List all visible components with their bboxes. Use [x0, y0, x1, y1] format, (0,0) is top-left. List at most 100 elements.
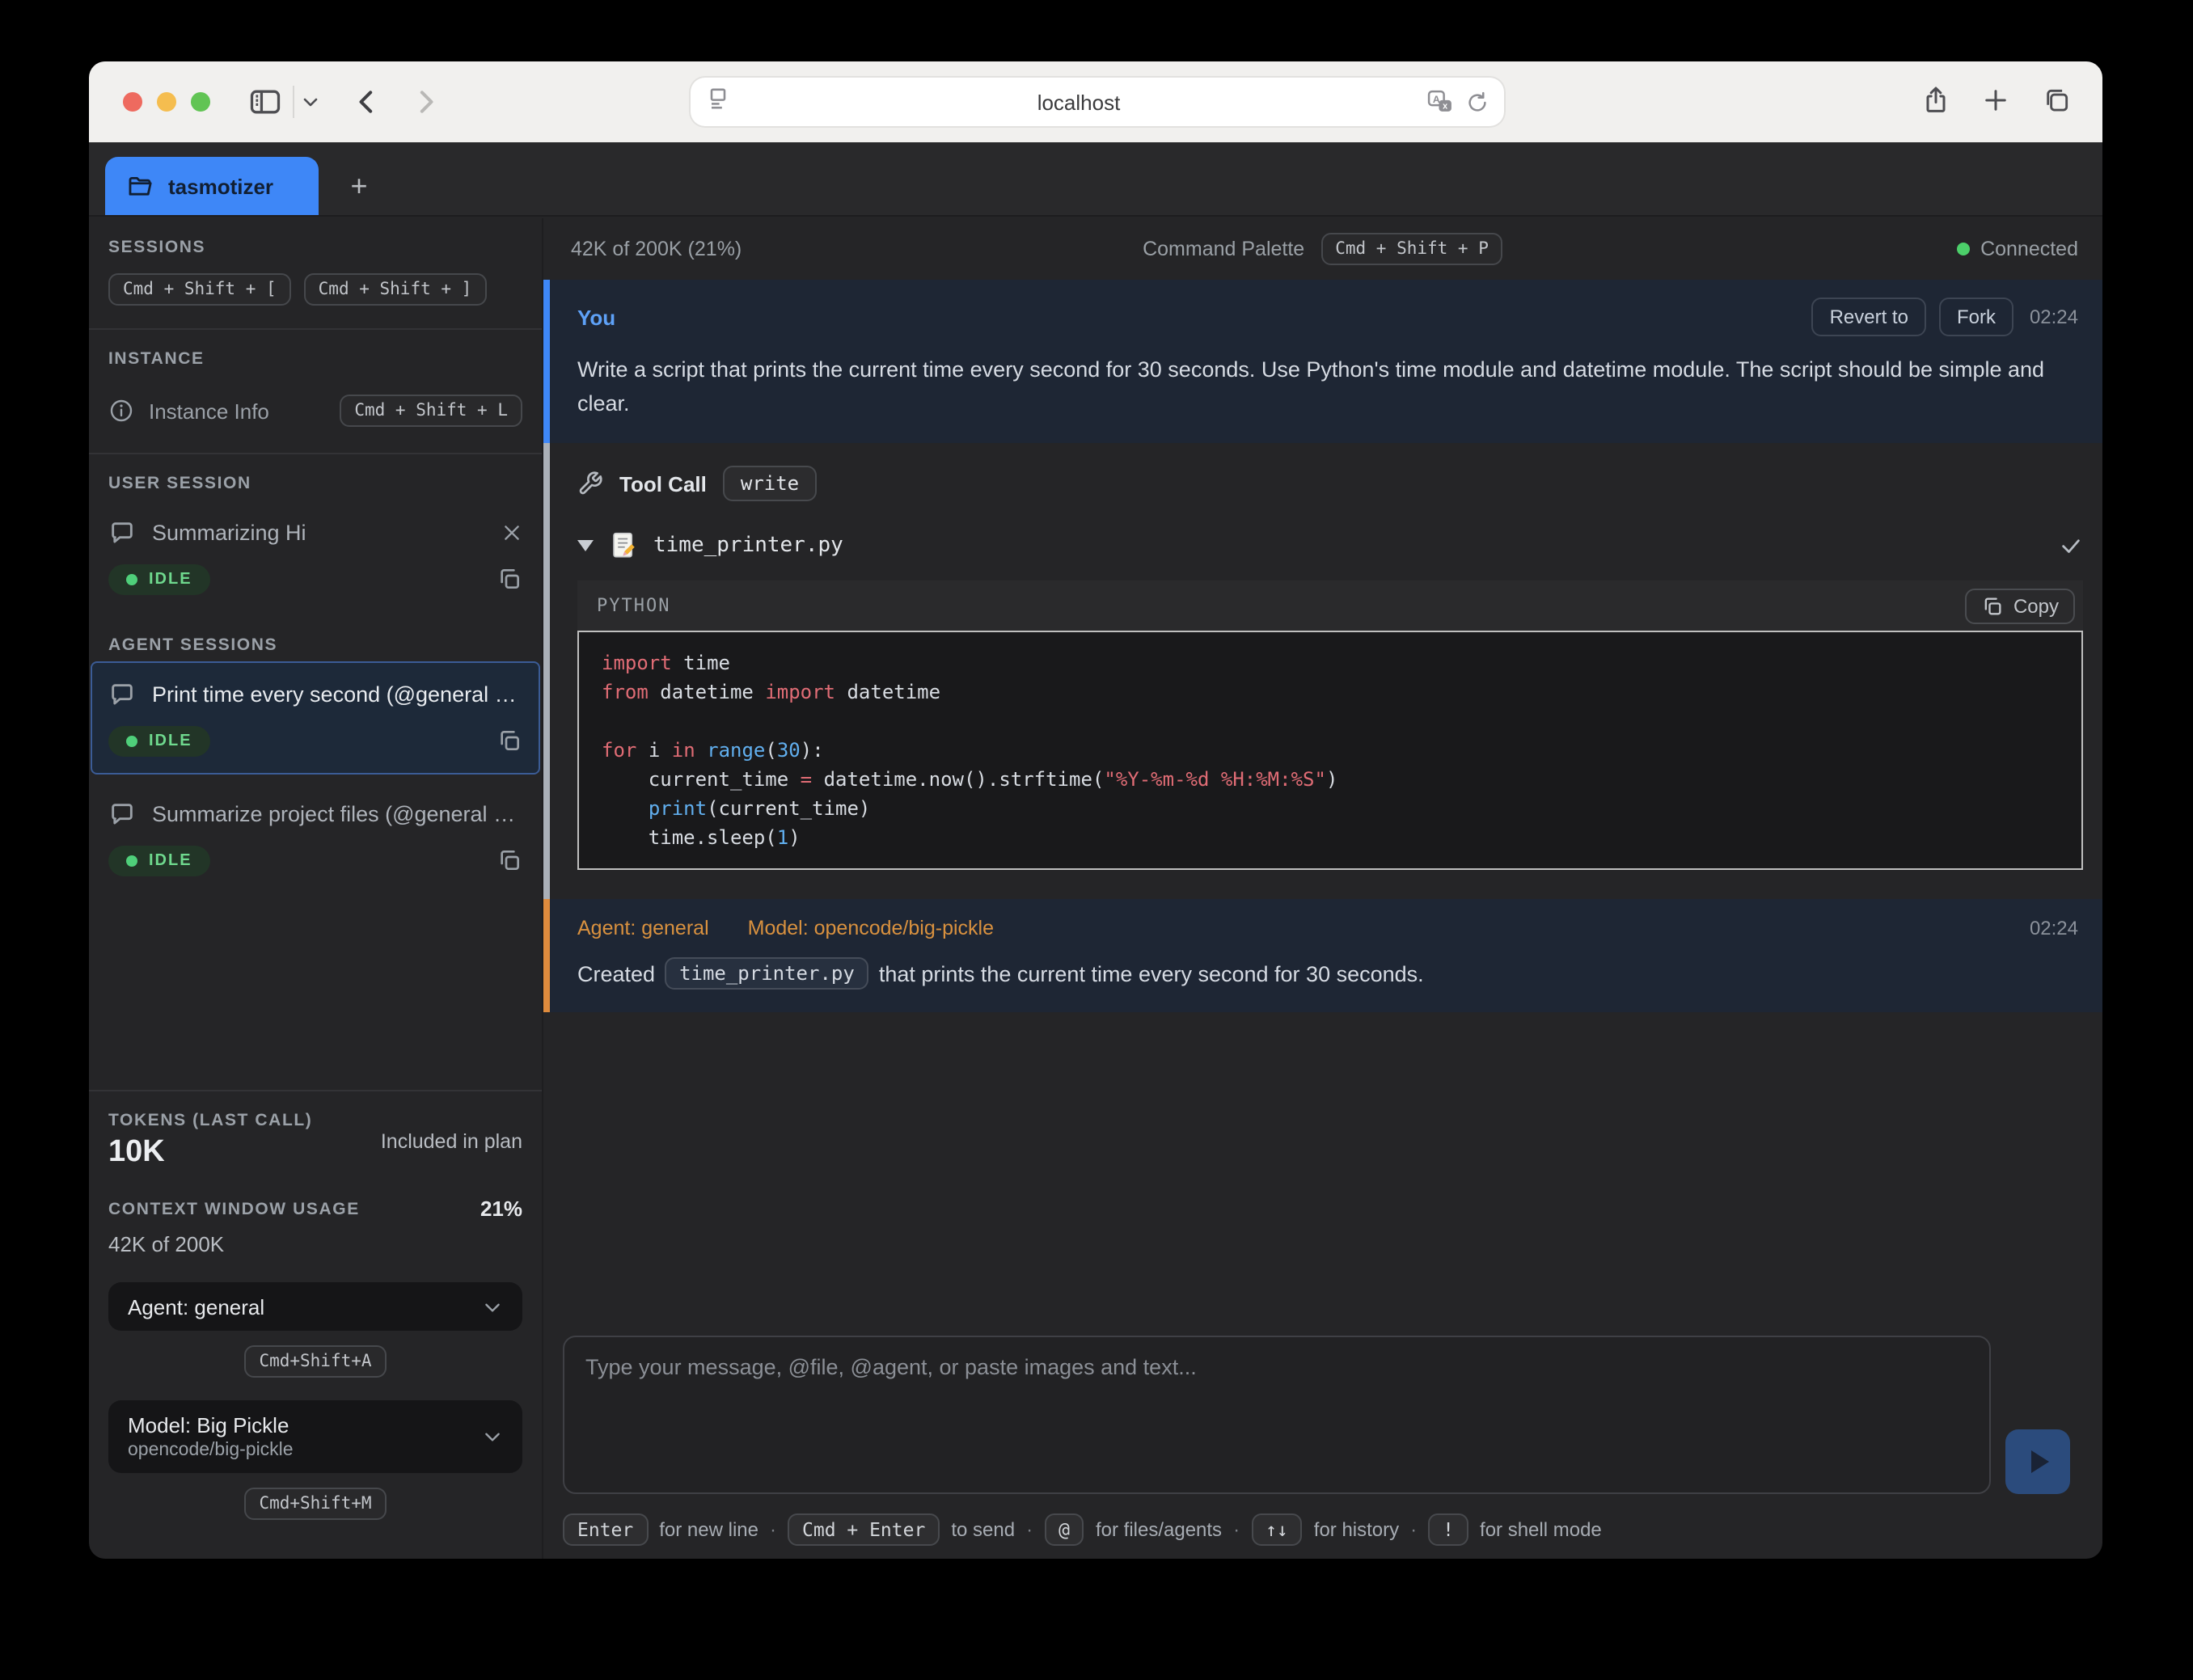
- tokens-value: 10K: [108, 1135, 312, 1171]
- context-usage-header: CONTEXT WINDOW USAGE: [108, 1199, 360, 1218]
- copy-code-button[interactable]: Copy: [1965, 588, 2075, 623]
- close-icon[interactable]: [501, 521, 522, 542]
- sessions-header: SESSIONS: [89, 238, 542, 257]
- prev-session-shortcut: Cmd + Shift + [: [108, 273, 291, 306]
- code-line: from datetime import datetime: [602, 677, 2059, 707]
- status-label: IDLE: [149, 851, 192, 869]
- message-timestamp: 02:24: [2030, 917, 2078, 939]
- instance-info-label: Instance Info: [149, 399, 269, 423]
- tokens-note: Included in plan: [381, 1129, 522, 1152]
- idle-dot: [126, 735, 137, 746]
- hint-text: for files/agents: [1096, 1518, 1222, 1541]
- tab-overview-icon[interactable]: [2041, 86, 2072, 116]
- tab-title: tasmotizer: [168, 174, 273, 198]
- fork-button[interactable]: Fork: [1939, 298, 2013, 336]
- reader-view-icon[interactable]: [705, 85, 731, 119]
- code-line: [602, 707, 2059, 736]
- agent-text-prefix: Created: [577, 961, 655, 986]
- back-icon[interactable]: [351, 86, 383, 118]
- chevron-down-icon[interactable]: [301, 92, 320, 112]
- revert-to-button[interactable]: Revert to: [1812, 298, 1926, 336]
- context-usage-percent: 21%: [480, 1197, 522, 1221]
- hint-key: !: [1428, 1513, 1468, 1546]
- copy-icon[interactable]: [496, 728, 522, 753]
- session-title: Print time every second (@general su...: [152, 682, 522, 706]
- message-input[interactable]: Type your message, @file, @agent, or pas…: [563, 1336, 1991, 1494]
- code-line: import time: [602, 648, 2059, 677]
- send-button[interactable]: [2005, 1429, 2070, 1494]
- agent-label: Agent: general: [577, 917, 709, 939]
- input-placeholder: Type your message, @file, @agent, or pas…: [585, 1355, 1968, 1379]
- hint-key: ↑↓: [1251, 1513, 1303, 1546]
- hint-separator: ·: [1026, 1518, 1033, 1541]
- sidebar-bottom-panel: TOKENS (LAST CALL) 10K Included in plan …: [89, 1090, 542, 1539]
- share-icon[interactable]: [1920, 84, 1952, 116]
- copy-icon[interactable]: [496, 566, 522, 592]
- new-tab-icon[interactable]: [1981, 86, 2010, 115]
- user-session-item[interactable]: Summarizing Hi IDLE: [91, 500, 540, 613]
- collapse-triangle-icon[interactable]: [577, 539, 594, 551]
- composer-hints: Enterfor new line·Cmd + Enterto send·@fo…: [563, 1513, 1602, 1546]
- hint-text: for shell mode: [1480, 1518, 1602, 1541]
- tab-bar: tasmotizer +: [89, 142, 2102, 217]
- sidebar-divider: [89, 328, 542, 330]
- connection-status-label: Connected: [1980, 238, 2078, 260]
- zoom-window-button[interactable]: [191, 92, 210, 112]
- hint-key: Cmd + Enter: [788, 1513, 940, 1546]
- chevron-down-icon: [482, 1426, 503, 1447]
- forward-icon[interactable]: [409, 86, 442, 118]
- minimize-window-button[interactable]: [157, 92, 176, 112]
- message-author: You: [577, 305, 615, 329]
- chat-bubble-icon: [108, 680, 136, 707]
- hint-key: Enter: [563, 1513, 648, 1546]
- hint-separator: ·: [1233, 1518, 1240, 1541]
- main-topbar: 42K of 200K (21%) Command Palette Cmd + …: [543, 218, 2102, 280]
- tool-file-name: time_printer.py: [653, 533, 843, 557]
- copy-icon[interactable]: [496, 847, 522, 873]
- copy-icon: [1981, 594, 2004, 617]
- code-line: for i in range(30):: [602, 736, 2059, 765]
- tokens-header: TOKENS (LAST CALL): [108, 1111, 312, 1130]
- code-line: time.sleep(1): [602, 823, 2059, 852]
- hint-separator: ·: [770, 1518, 776, 1541]
- tab-tasmotizer[interactable]: tasmotizer: [105, 157, 319, 215]
- session-title: Summarize project files (@general sub...: [152, 801, 522, 825]
- tool-file-row[interactable]: time_printer.py: [577, 526, 2083, 564]
- close-window-button[interactable]: [123, 92, 142, 112]
- model-label: Model: opencode/big-pickle: [748, 917, 994, 939]
- idle-dot: [126, 573, 137, 585]
- hint-text: for new line: [659, 1518, 758, 1541]
- url-text[interactable]: localhost: [731, 90, 1426, 114]
- agent-message: Agent: general Model: opencode/big-pickl…: [543, 899, 2102, 1012]
- session-title: Summarizing Hi: [152, 520, 485, 544]
- folder-icon: [126, 172, 154, 200]
- agent-select[interactable]: Agent: general: [108, 1282, 522, 1331]
- hint-separator: ·: [1410, 1518, 1417, 1541]
- main-panel: 42K of 200K (21%) Command Palette Cmd + …: [543, 218, 2102, 1559]
- model-select[interactable]: Model: Big Pickle opencode/big-pickle: [108, 1400, 522, 1473]
- agent-select-shortcut: Cmd+Shift+A: [244, 1345, 386, 1378]
- user-message: You Revert to Fork 02:24 Write a script …: [543, 280, 2102, 443]
- hint-key: @: [1044, 1513, 1084, 1546]
- instance-info-row[interactable]: Instance Info Cmd + Shift + L: [89, 395, 542, 427]
- reload-icon[interactable]: [1465, 90, 1489, 114]
- check-icon: [2059, 533, 2083, 557]
- browser-chrome: localhost Ax: [89, 61, 2102, 142]
- agent-session-item[interactable]: Print time every second (@general su...I…: [91, 661, 540, 775]
- agent-session-item[interactable]: Summarize project files (@general sub...…: [91, 781, 540, 894]
- screenshot-root: localhost Ax tasmotizer +: [0, 0, 2193, 1680]
- sidebar-toggle-icon[interactable]: [247, 84, 283, 120]
- next-session-shortcut: Cmd + Shift + ]: [304, 273, 487, 306]
- address-bar[interactable]: localhost Ax: [691, 78, 1504, 126]
- browser-window: localhost Ax tasmotizer +: [89, 61, 2102, 1559]
- context-usage-text: 42K of 200K (21%): [571, 238, 742, 260]
- model-select-shortcut: Cmd+Shift+M: [244, 1488, 386, 1520]
- command-palette-shortcut: Cmd + Shift + P: [1320, 233, 1503, 265]
- wrench-icon: [577, 471, 603, 496]
- agent-select-value: Agent: general: [128, 1294, 264, 1319]
- translate-icon[interactable]: Ax: [1426, 88, 1454, 116]
- code-language-label: PYTHON: [597, 595, 671, 616]
- new-tab-button[interactable]: +: [335, 160, 383, 212]
- chat-bubble-icon: [108, 518, 136, 546]
- svg-text:x: x: [1443, 101, 1447, 111]
